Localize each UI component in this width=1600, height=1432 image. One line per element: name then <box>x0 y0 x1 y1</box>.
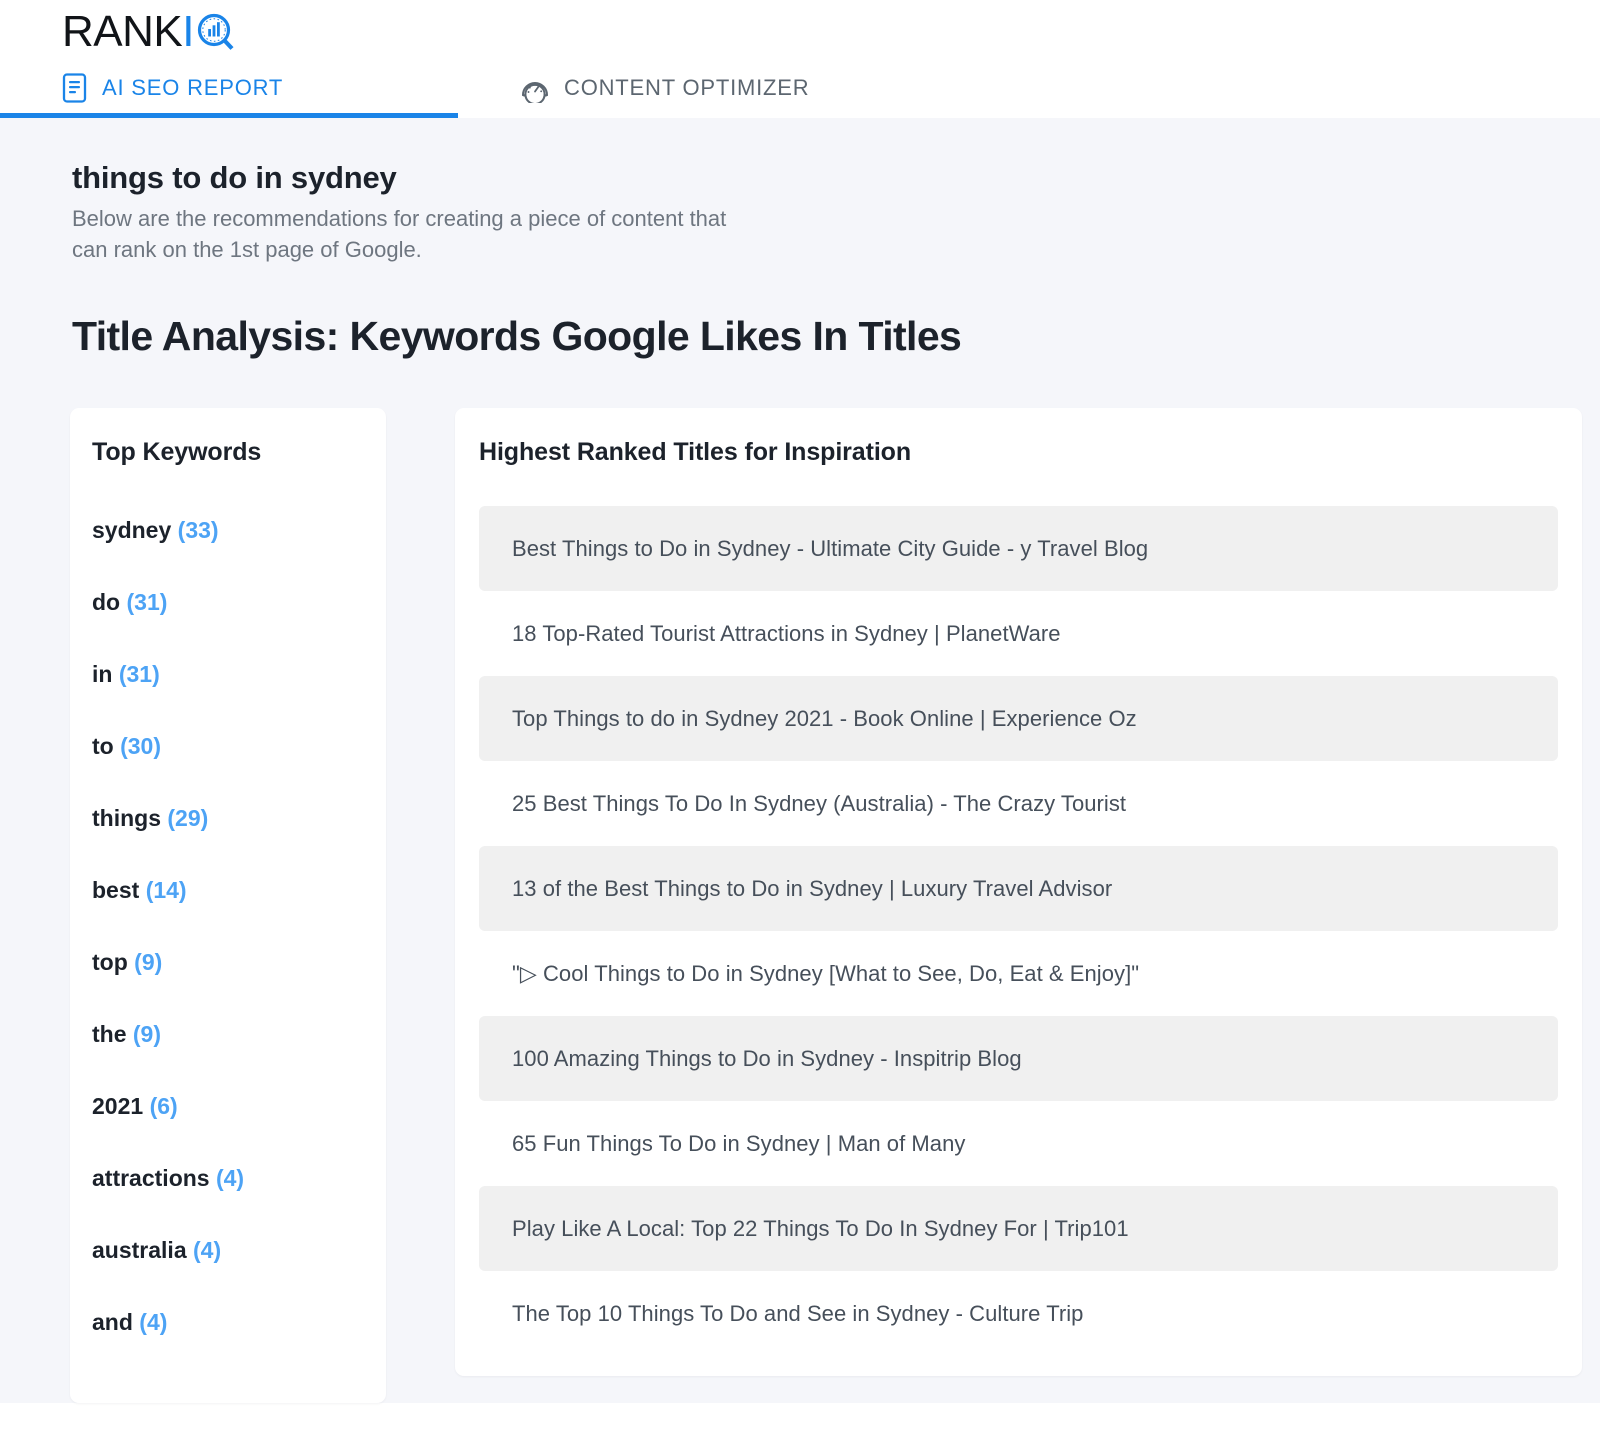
top-keywords-card: Top Keywords sydney (33) do (31) in (31)… <box>70 408 386 1403</box>
keyword-item[interactable]: sydney (33) <box>70 519 386 542</box>
report-description-line-1: Below are the recommendations for creati… <box>72 203 932 234</box>
brand-name-suffix-i: I <box>182 10 194 54</box>
page-content: things to do in sydney Below are the rec… <box>0 118 1600 1403</box>
title-row[interactable]: The Top 10 Things To Do and See in Sydne… <box>479 1271 1558 1356</box>
page-title: things to do in sydney <box>72 160 1600 196</box>
keyword-count: (9) <box>133 1021 161 1047</box>
keyword-item[interactable]: 2021 (6) <box>70 1095 386 1118</box>
report-header: things to do in sydney Below are the rec… <box>0 118 1600 265</box>
keyword-word: in <box>92 661 112 687</box>
title-row[interactable]: 100 Amazing Things to Do in Sydney - Ins… <box>479 1016 1558 1101</box>
keyword-word: 2021 <box>92 1093 143 1119</box>
tab-content-optimizer-label: CONTENT OPTIMIZER <box>564 77 809 99</box>
tab-bar: AI SEO REPORT CONTENT OPTIMIZER <box>0 58 1600 118</box>
keyword-count: (6) <box>150 1093 178 1119</box>
title-row[interactable]: 65 Fun Things To Do in Sydney | Man of M… <box>479 1101 1558 1186</box>
titles-list: Best Things to Do in Sydney - Ultimate C… <box>455 506 1582 1356</box>
active-tab-underline <box>0 113 458 118</box>
cards-row: Top Keywords sydney (33) do (31) in (31)… <box>0 360 1600 1403</box>
keyword-word: australia <box>92 1237 187 1263</box>
keyword-item[interactable]: do (31) <box>70 591 386 614</box>
keyword-word: and <box>92 1309 133 1335</box>
keyword-item[interactable]: australia (4) <box>70 1239 386 1262</box>
keyword-count: (4) <box>216 1165 244 1191</box>
keyword-item[interactable]: and (4) <box>70 1311 386 1334</box>
keyword-word: top <box>92 949 128 975</box>
brand-logo[interactable]: RANKI <box>0 0 1600 58</box>
keyword-item[interactable]: attractions (4) <box>70 1167 386 1190</box>
tab-bar-divider <box>458 117 1600 118</box>
top-keywords-heading: Top Keywords <box>70 438 386 467</box>
brand-name-prefix: RANK <box>62 10 182 54</box>
title-row[interactable]: Play Like A Local: Top 22 Things To Do I… <box>479 1186 1558 1271</box>
top-bar: RANKI AI <box>0 0 1600 118</box>
keyword-word: things <box>92 805 161 831</box>
report-description-line-2: can rank on the 1st page of Google. <box>72 234 932 265</box>
keyword-word: the <box>92 1021 127 1047</box>
keyword-count: (31) <box>119 661 160 687</box>
keyword-count: (9) <box>134 949 162 975</box>
section-title: Title Analysis: Keywords Google Likes In… <box>0 313 1600 360</box>
keyword-word: best <box>92 877 139 903</box>
keyword-count: (14) <box>146 877 187 903</box>
keyword-item[interactable]: top (9) <box>70 951 386 974</box>
title-row[interactable]: 25 Best Things To Do In Sydney (Australi… <box>479 761 1558 846</box>
title-row[interactable]: "▷ Cool Things to Do in Sydney [What to … <box>479 931 1558 1016</box>
keyword-word: attractions <box>92 1165 210 1191</box>
keyword-count: (29) <box>167 805 208 831</box>
keyword-item[interactable]: to (30) <box>70 735 386 758</box>
title-row[interactable]: 13 of the Best Things to Do in Sydney | … <box>479 846 1558 931</box>
tab-ai-seo-report-label: AI SEO REPORT <box>102 77 283 99</box>
title-row[interactable]: 18 Top-Rated Tourist Attractions in Sydn… <box>479 591 1558 676</box>
magnifier-bar-chart-icon <box>195 10 237 54</box>
top-keywords-list: sydney (33) do (31) in (31) to (30) thin… <box>70 519 386 1334</box>
keyword-item[interactable]: best (14) <box>70 879 386 902</box>
keyword-word: do <box>92 589 120 615</box>
keyword-word: to <box>92 733 114 759</box>
keyword-item[interactable]: the (9) <box>70 1023 386 1046</box>
document-report-icon <box>62 73 88 103</box>
report-description: Below are the recommendations for creati… <box>72 203 932 265</box>
keyword-count: (4) <box>193 1237 221 1263</box>
title-row[interactable]: Top Things to do in Sydney 2021 - Book O… <box>479 676 1558 761</box>
title-row[interactable]: Best Things to Do in Sydney - Ultimate C… <box>479 506 1558 591</box>
highest-ranked-titles-heading: Highest Ranked Titles for Inspiration <box>455 438 1582 467</box>
speedometer-gauge-icon <box>520 73 550 103</box>
tab-content-optimizer[interactable]: CONTENT OPTIMIZER <box>458 58 839 118</box>
keyword-count: (33) <box>178 517 219 543</box>
keyword-count: (30) <box>120 733 161 759</box>
keyword-item[interactable]: in (31) <box>70 663 386 686</box>
tab-ai-seo-report[interactable]: AI SEO REPORT <box>0 58 458 118</box>
highest-ranked-titles-card: Highest Ranked Titles for Inspiration Be… <box>455 408 1582 1376</box>
keyword-count: (4) <box>139 1309 167 1335</box>
keyword-item[interactable]: things (29) <box>70 807 386 830</box>
brand-logo-text: RANKI <box>62 10 237 54</box>
keyword-count: (31) <box>127 589 168 615</box>
keyword-word: sydney <box>92 517 171 543</box>
